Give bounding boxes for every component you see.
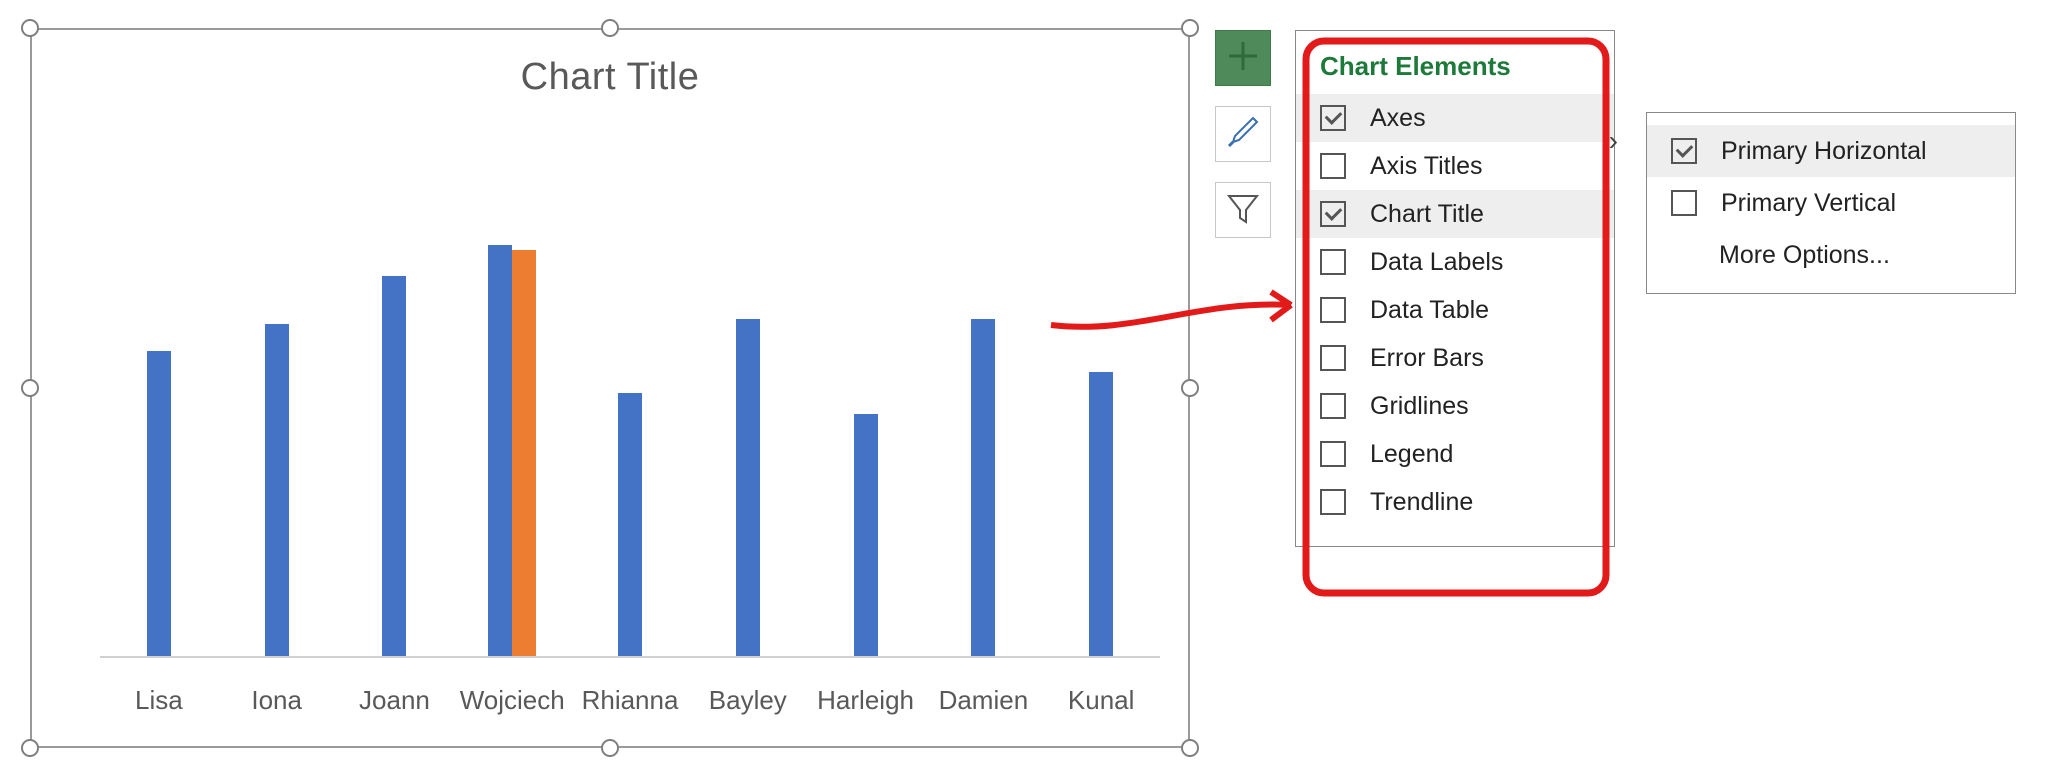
resize-handle-mr[interactable] [1181,379,1199,397]
bar-series1[interactable] [382,276,406,658]
option-label: Data Labels [1370,248,1503,277]
flyout-title: Chart Elements [1296,45,1614,94]
category-lisa [100,128,218,658]
paintbrush-icon [1223,112,1263,157]
category-harleigh [807,128,925,658]
element-option-axis-titles[interactable]: Axis Titles [1296,142,1614,190]
element-option-chart-title[interactable]: Chart Title [1296,190,1614,238]
chart-filters-button[interactable] [1215,182,1271,238]
x-tick-label: Iona [218,685,336,716]
chart-object[interactable]: Chart Title LisaIonaJoannWojciechRhianna… [30,28,1190,748]
bar-series1[interactable] [618,393,642,658]
category-damien [924,128,1042,658]
resize-handle-br[interactable] [1181,739,1199,757]
resize-handle-tl[interactable] [21,19,39,37]
plus-icon [1225,38,1261,79]
resize-handle-bl[interactable] [21,739,39,757]
annotation-arrow [1046,280,1316,340]
submenu-caret-icon[interactable]: › [1609,125,1618,157]
more-options-item[interactable]: More Options... [1647,229,2015,281]
element-option-data-table[interactable]: Data Table [1296,286,1614,334]
chart-elements-button[interactable] [1215,30,1271,86]
funnel-icon [1223,188,1263,233]
bar-series1[interactable] [147,351,171,658]
resize-handle-bc[interactable] [601,739,619,757]
category-bayley [689,128,807,658]
x-axis-line [100,656,1160,658]
axes-option-primary-vertical[interactable]: Primary Vertical [1647,177,2015,229]
axes-submenu: Primary Horizontal Primary Vertical More … [1646,112,2016,294]
checkbox[interactable] [1320,441,1346,467]
checkbox[interactable] [1320,393,1346,419]
x-axis-labels: LisaIonaJoannWojciechRhiannaBayleyHarlei… [100,685,1160,716]
option-label: Trendline [1370,488,1473,517]
option-label: Axis Titles [1370,152,1483,181]
chart-styles-button[interactable] [1215,106,1271,162]
category-joann [336,128,454,658]
element-option-legend[interactable]: Legend [1296,430,1614,478]
bar-series1[interactable] [854,414,878,658]
bar-series1[interactable] [1089,372,1113,658]
chart-elements-flyout: Chart Elements Axes Axis Titles Chart Titl… [1295,30,1615,547]
option-label: Gridlines [1370,392,1469,421]
x-tick-label: Bayley [689,685,807,716]
option-label: Axes [1370,104,1426,133]
option-label: Legend [1370,440,1453,469]
x-tick-label: Wojciech [453,685,571,716]
element-option-axes[interactable]: Axes [1296,94,1614,142]
bar-series1[interactable] [265,324,289,658]
resize-handle-tc[interactable] [601,19,619,37]
checkbox[interactable] [1671,138,1697,164]
checkbox[interactable] [1320,489,1346,515]
chart-title[interactable]: Chart Title [30,56,1190,99]
resize-handle-ml[interactable] [21,379,39,397]
checkbox[interactable] [1320,249,1346,275]
x-tick-label: Damien [924,685,1042,716]
checkbox[interactable] [1320,345,1346,371]
x-tick-label: Harleigh [807,685,925,716]
option-label: Data Table [1370,296,1489,325]
element-option-error-bars[interactable]: Error Bars [1296,334,1614,382]
x-tick-label: Lisa [100,685,218,716]
checkbox[interactable] [1320,201,1346,227]
bar-series1[interactable] [488,245,512,658]
element-option-trendline[interactable]: Trendline [1296,478,1614,526]
option-label: Error Bars [1370,344,1484,373]
x-tick-label: Rhianna [571,685,689,716]
category-wojciech [453,128,571,658]
option-label: Chart Title [1370,200,1484,229]
category-kunal [1042,128,1160,658]
option-label: Primary Vertical [1721,189,1896,218]
bar-series1[interactable] [971,319,995,658]
element-option-gridlines[interactable]: Gridlines [1296,382,1614,430]
axes-option-primary-horizontal[interactable]: Primary Horizontal [1647,125,2015,177]
checkbox[interactable] [1320,297,1346,323]
bar-series1[interactable] [736,319,760,658]
category-iona [218,128,336,658]
checkbox[interactable] [1320,105,1346,131]
x-tick-label: Joann [336,685,454,716]
element-option-data-labels[interactable]: Data Labels [1296,238,1614,286]
bar-series2[interactable] [512,250,536,658]
checkbox[interactable] [1671,190,1697,216]
x-tick-label: Kunal [1042,685,1160,716]
category-rhianna [571,128,689,658]
plot-area[interactable] [100,128,1160,658]
resize-handle-tr[interactable] [1181,19,1199,37]
checkbox[interactable] [1320,153,1346,179]
option-label: Primary Horizontal [1721,137,1927,166]
